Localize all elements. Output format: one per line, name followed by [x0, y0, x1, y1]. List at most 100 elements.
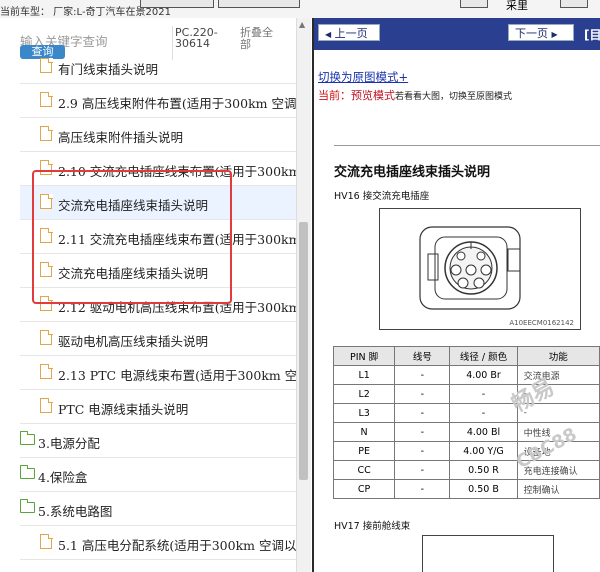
- table-cell: CP: [332, 479, 396, 499]
- document-icon: [40, 329, 53, 345]
- tree-item-label: 4.保险盒: [38, 470, 88, 485]
- tree-item[interactable]: PTC 电源线束插头说明: [20, 390, 296, 424]
- table-row: CC -0.50 R 充电连接确认: [332, 460, 600, 480]
- table-cell: 0.50 R: [449, 460, 518, 480]
- table-cell: -: [394, 479, 451, 499]
- arrow-right-icon: ▶: [551, 30, 558, 39]
- manual-code: PC.220-30614: [175, 26, 218, 50]
- table-cell: 4.00 Bl: [449, 422, 518, 442]
- table-cell: -: [394, 441, 451, 461]
- tree-item[interactable]: 高压线束附件插头说明: [20, 118, 296, 152]
- arrow-left-icon: ◀: [325, 30, 332, 39]
- table-cell: PE: [332, 441, 396, 461]
- collapse-all-button[interactable]: 折叠全部: [240, 27, 280, 51]
- table-cell: 设备地: [516, 441, 600, 461]
- tree-folder[interactable]: 3.电源分配: [20, 424, 296, 458]
- document-icon: [40, 533, 53, 549]
- tree-folder[interactable]: 4.保险盒: [20, 458, 296, 492]
- left-panel: 输入关键字查询 查询 PC.220-30614 折叠全部 有门线束插头说明 2.9…: [0, 18, 312, 572]
- table-cell: 控制确认: [516, 479, 600, 499]
- nav-bar: ◀ 上一页 下一页 ▶ [目: [314, 18, 600, 50]
- prev-page-button[interactable]: ◀ 上一页: [318, 24, 380, 41]
- table-cell: -: [394, 384, 451, 404]
- column-header: 线径 / 颜色: [449, 346, 518, 366]
- table-cell: -: [394, 365, 451, 385]
- table-cell: CC: [332, 460, 396, 480]
- document-icon: [40, 57, 53, 73]
- next-page-label: 下一页: [515, 27, 548, 40]
- toolbar-icon-button[interactable]: [560, 0, 588, 8]
- table-cell: -: [449, 403, 518, 423]
- tree-item-label: 2.13 PTC 电源线束布置(适用于300km 空调: [58, 368, 296, 383]
- top-bar: 当前车型： 厂家:L-奇丁汽车在景2021 采里: [0, 0, 600, 19]
- highlight-annotation: [32, 170, 232, 304]
- divider: [334, 145, 600, 146]
- table-cell: 充电连接确认: [516, 460, 600, 480]
- mode-status: 当前：预览模式若看看大图，切换至原图模式: [318, 87, 512, 103]
- tree-item[interactable]: 2.9 高压线束附件布置(适用于300km 空调: [20, 84, 296, 118]
- mode-hint: 若看看大图，切换至原图模式: [395, 92, 513, 102]
- table-cell: 4.00 Br: [449, 365, 518, 385]
- toolbar-button[interactable]: [218, 0, 300, 8]
- tree-item-label: PTC 电源线束插头说明: [58, 402, 189, 417]
- document-icon: [40, 363, 53, 379]
- scroll-up-arrow-icon[interactable]: ▲: [299, 20, 305, 29]
- toolbar-label: 采里: [506, 0, 528, 12]
- table-cell: -: [516, 384, 600, 404]
- toolbar-button[interactable]: [140, 0, 214, 8]
- nav-extra-link[interactable]: [目: [584, 26, 600, 43]
- connector-caption: HV16 接交流充电插座: [334, 191, 430, 202]
- table-row: N -4.00 Bl 中性线: [332, 422, 600, 442]
- table-row: L2- - -: [332, 384, 600, 404]
- document-title: 交流充电插座线束插头说明: [334, 165, 491, 180]
- column-header: PIN 脚: [332, 346, 396, 366]
- table-cell: -: [449, 384, 518, 404]
- toolbar-icon-button[interactable]: [460, 0, 488, 8]
- table-cell: 4.00 Y/G: [449, 441, 518, 461]
- document-icon: [40, 397, 53, 413]
- tree-item[interactable]: 2.13 PTC 电源线束布置(适用于300km 空调: [20, 356, 296, 390]
- tree-item-label: 有门线束插头说明: [58, 62, 159, 77]
- table-cell: -: [394, 422, 451, 442]
- tree-item-label: 高压线束附件插头说明: [58, 130, 184, 145]
- table-cell: -: [516, 403, 600, 423]
- mode-name: 预览模式: [351, 89, 395, 102]
- switch-mode-link[interactable]: 切换为原图模式+: [318, 69, 408, 85]
- tree-item-label: 5.系统电路图: [38, 504, 113, 519]
- column-header: 功能: [516, 346, 600, 366]
- column-header: 线号: [394, 346, 451, 366]
- table-cell: L2: [332, 384, 396, 404]
- table-cell: 0.50 B: [449, 479, 518, 499]
- folder-icon: [20, 431, 35, 445]
- table-cell: L1: [332, 365, 396, 385]
- table-cell: 交流电源: [516, 365, 600, 385]
- folder-icon: [20, 499, 35, 513]
- table-row: CP -0.50 B 控制确认: [332, 479, 600, 499]
- pin-table: PIN 脚线号 线径 / 颜色 功能 L1-4.00 Br 交流电源 L2- - - L3- -…: [332, 346, 600, 499]
- charging-socket-drawing: [419, 226, 521, 310]
- table-row: PE -4.00 Y/G 设备地: [332, 441, 600, 461]
- next-page-button[interactable]: 下一页 ▶: [508, 24, 574, 41]
- tree-item[interactable]: 驱动电机高压线束插头说明: [20, 322, 296, 356]
- connector-diagram: [422, 535, 554, 572]
- document-viewer: ◀ 上一页 下一页 ▶ [目 切换为原图模式+ 当前：预览模式若看看大图，切换至…: [312, 18, 600, 572]
- tree-item[interactable]: 有门线束插头说明: [20, 50, 296, 84]
- tree-folder[interactable]: 5.系统电路图: [20, 492, 296, 526]
- tree-item-label: 3.电源分配: [38, 436, 100, 451]
- diagram-reference: A10EECM0162142: [509, 319, 574, 327]
- folder-icon: [20, 465, 35, 479]
- mode-prefix: 当前：: [318, 89, 351, 102]
- table-row: L1-4.00 Br 交流电源: [332, 365, 600, 385]
- scrollbar[interactable]: ▲: [296, 18, 311, 572]
- table-cell: -: [394, 403, 451, 423]
- scrollbar-thumb[interactable]: [299, 222, 308, 480]
- document-icon: [40, 91, 53, 107]
- tree-item[interactable]: 5.1 高压电分配系统(适用于300km 空调以: [20, 526, 296, 560]
- tree-item-label: 驱动电机高压线束插头说明: [58, 334, 209, 349]
- prev-page-label: 上一页: [334, 27, 368, 40]
- tree-item-label: 2.9 高压线束附件布置(适用于300km 空调: [58, 96, 296, 111]
- tree-item-label: 5.1 高压电分配系统(适用于300km 空调以: [58, 538, 296, 553]
- connector-caption: HV17 接前舱线束: [334, 521, 411, 532]
- document-icon: [40, 125, 53, 141]
- table-cell: L3: [332, 403, 396, 423]
